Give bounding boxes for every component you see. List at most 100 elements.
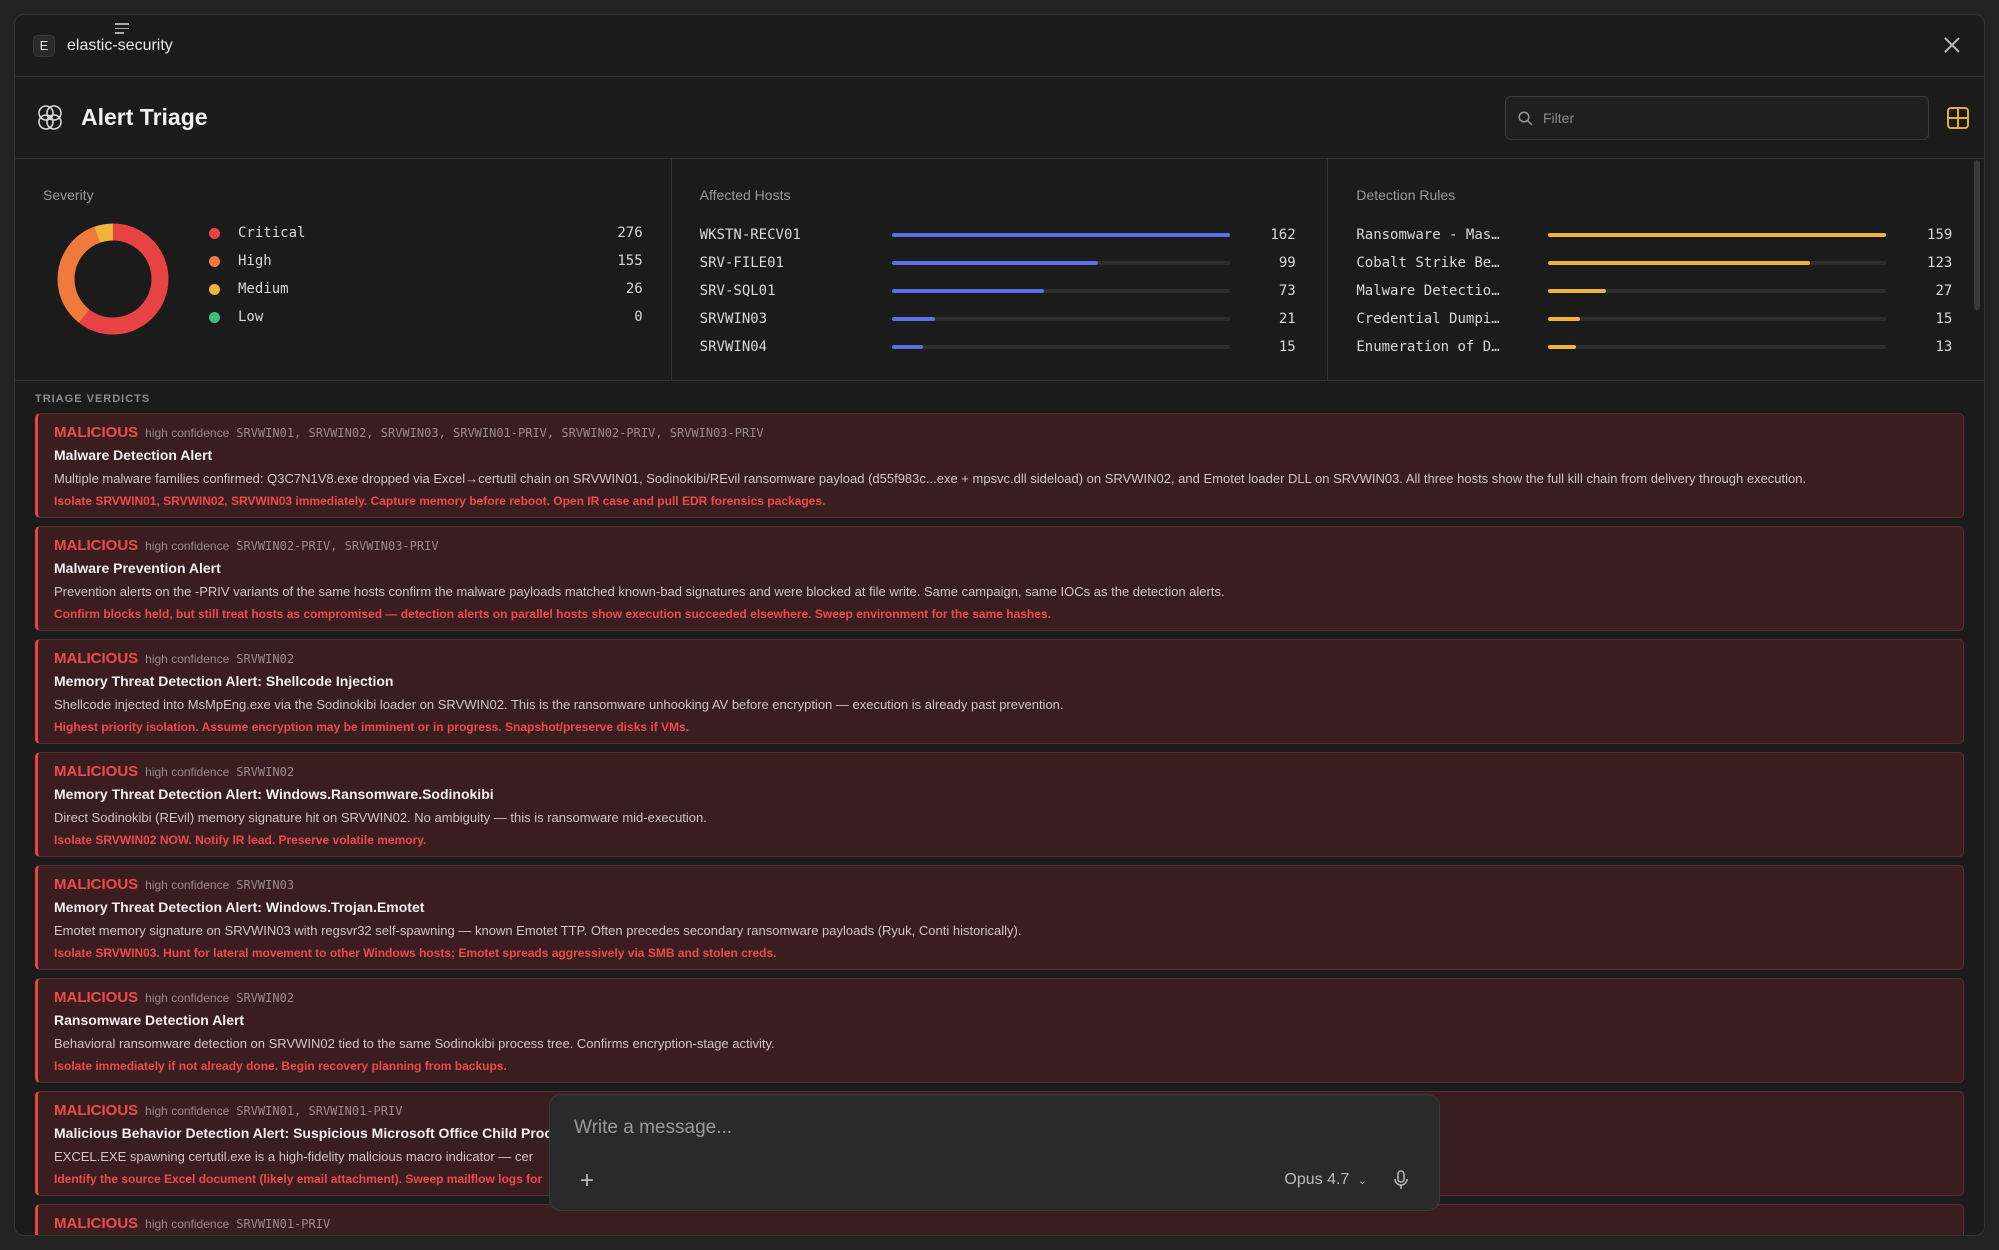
confidence-label: high confidence [145, 652, 230, 666]
verdict-action: Highest priority isolation. Assume encry… [54, 720, 690, 734]
severity-dot [209, 255, 220, 267]
severity-label: Medium [238, 281, 289, 297]
model-selector[interactable]: Opus 4.7 ⌄ [1284, 1171, 1367, 1189]
hosts-bar-track [891, 289, 1230, 293]
severity-row[interactable]: High 155 [189, 247, 643, 275]
rules-bar-fill [1548, 233, 1887, 237]
affected-hosts-list: WKSTN-RECV01 162 SRV-FILE01 99 SRV-SQL01 7… [700, 221, 1300, 361]
confidence-label: high confidence [145, 1217, 230, 1231]
rules-row[interactable]: Ransomware - Mas… 159 [1356, 221, 1956, 249]
verdict-label: MALICIOUS [54, 763, 139, 780]
hosts-label: SRVWIN03 [699, 311, 768, 327]
hosts-row[interactable]: SRVWIN03 21 [700, 305, 1300, 333]
rules-bar-fill [1548, 345, 1576, 349]
detection-rules-title: Detection Rules [1356, 187, 1456, 203]
message-input[interactable] [574, 1117, 1374, 1139]
rules-bar-track [1548, 317, 1887, 321]
verdict-card[interactable]: MALICIOUS high confidence SRVWIN02-PRIV,… [35, 526, 1964, 631]
verdict-description: Prevention alerts on the -PRIV variants … [54, 584, 1225, 599]
confidence-label: high confidence [145, 765, 230, 779]
severity-label: Critical [238, 225, 306, 241]
rules-bar-fill [1548, 317, 1581, 321]
confidence-label: high confidence [145, 991, 230, 1005]
rules-bar-track [1548, 289, 1887, 293]
verdict-hosts: SRVWIN01-PRIV [236, 1217, 331, 1231]
hosts-label: WKSTN-RECV01 [699, 227, 801, 243]
hosts-bar-track [891, 317, 1230, 321]
verdict-title: Malware Detection Alert [54, 447, 213, 463]
microphone-icon[interactable] [1391, 1169, 1411, 1191]
hosts-row[interactable]: SRV-FILE01 99 [700, 249, 1300, 277]
verdict-title: Malware Prevention Alert [54, 560, 221, 576]
hosts-count: 73 [1278, 283, 1296, 299]
filter-input[interactable] [1543, 110, 1903, 126]
severity-title: Severity [43, 187, 94, 203]
severity-donut-chart [57, 223, 169, 335]
severity-count: 276 [617, 225, 643, 241]
hosts-row[interactable]: SRV-SQL01 73 [700, 277, 1300, 305]
verdict-card[interactable]: MALICIOUS high confidence SRVWIN01, SRVW… [35, 413, 1964, 518]
verdict-card[interactable]: MALICIOUS high confidence SRVWIN02 Ranso… [35, 978, 1964, 1083]
affected-hosts-panel: Affected Hosts WKSTN-RECV01 162 SRV-FILE0… [672, 159, 1329, 380]
hosts-bar-track [891, 345, 1230, 349]
hosts-bar-fill [891, 345, 923, 349]
rules-label: Enumeration of D… [1356, 339, 1500, 355]
hosts-bar-track [891, 261, 1230, 265]
verdict-card[interactable]: MALICIOUS high confidence SRVWIN03 Memor… [35, 865, 1964, 970]
hosts-row[interactable]: SRVWIN04 15 [700, 333, 1300, 361]
severity-row[interactable]: Critical 276 [189, 219, 643, 247]
rules-row[interactable]: Cobalt Strike Be… 123 [1356, 249, 1956, 277]
stats-panels: Severity Critical 276 High 155 Medium 26… [15, 159, 1984, 381]
rules-label: Credential Dumpi… [1356, 311, 1500, 327]
hosts-bar-fill [891, 233, 1230, 237]
page-header: Alert Triage [15, 77, 1984, 159]
confidence-label: high confidence [145, 539, 230, 553]
verdict-title: Memory Threat Detection Alert: Shellcode… [54, 673, 394, 689]
rules-count: 123 [1927, 255, 1953, 271]
add-attachment-icon[interactable]: + [580, 1167, 594, 1195]
rules-count: 27 [1935, 283, 1953, 299]
app-name: elastic-security [67, 36, 173, 54]
verdict-title: Memory Threat Detection Alert: Windows.T… [54, 899, 425, 915]
rules-count: 13 [1935, 339, 1953, 355]
verdict-card[interactable]: MALICIOUS high confidence SRVWIN02 Memor… [35, 639, 1964, 744]
hosts-label: SRVWIN04 [699, 339, 768, 355]
verdict-hosts: SRVWIN02-PRIV, SRVWIN03-PRIV [236, 539, 439, 553]
verdict-header: MALICIOUS high confidence SRVWIN03 [54, 876, 1947, 893]
verdict-card[interactable]: MALICIOUS high confidence SRVWIN02 Memor… [35, 752, 1964, 857]
filter-box[interactable] [1505, 96, 1929, 140]
verdict-hosts: SRVWIN01, SRVWIN02, SRVWIN03, SRVWIN01-P… [236, 426, 764, 440]
verdict-label: MALICIOUS [54, 424, 139, 441]
rules-row[interactable]: Credential Dumpi… 15 [1356, 305, 1956, 333]
hosts-bar-fill [891, 289, 1044, 293]
close-icon[interactable] [1942, 35, 1962, 55]
app-window: E elastic-security Alert Triage Severity [14, 14, 1985, 1236]
verdict-header: MALICIOUS high confidence SRVWIN02 [54, 763, 1947, 780]
verdict-action: Isolate SRVWIN03. Hunt for lateral movem… [54, 946, 777, 960]
hosts-row[interactable]: WKSTN-RECV01 162 [700, 221, 1300, 249]
rules-row[interactable]: Malware Detectio… 27 [1356, 277, 1956, 305]
verdict-label: MALICIOUS [54, 876, 139, 893]
hosts-bar-fill [891, 317, 936, 321]
hosts-count: 99 [1278, 255, 1296, 271]
layout-grid-icon[interactable] [1947, 107, 1969, 129]
severity-dot [209, 283, 220, 295]
verdict-header: MALICIOUS high confidence SRVWIN01, SRVW… [54, 424, 1947, 441]
severity-dot [209, 227, 220, 239]
severity-count: 155 [617, 253, 643, 269]
verdict-action: Isolate immediately if not already done.… [54, 1059, 507, 1073]
severity-row[interactable]: Medium 26 [189, 275, 643, 303]
section-label: TRIAGE VERDICTS [35, 393, 151, 405]
verdict-label: MALICIOUS [54, 1102, 139, 1119]
severity-row[interactable]: Low 0 [189, 303, 643, 331]
hosts-count: 21 [1278, 311, 1296, 327]
hosts-count: 15 [1278, 339, 1296, 355]
menu-icon[interactable] [115, 23, 129, 35]
verdict-action: Confirm blocks held, but still treat hos… [54, 607, 1051, 621]
verdict-title: Memory Threat Detection Alert: Windows.R… [54, 786, 494, 802]
search-icon [1518, 110, 1533, 126]
hosts-count: 162 [1270, 227, 1296, 243]
rules-row[interactable]: Enumeration of D… 13 [1356, 333, 1956, 361]
rules-label: Ransomware - Mas… [1356, 227, 1500, 243]
confidence-label: high confidence [145, 426, 230, 440]
